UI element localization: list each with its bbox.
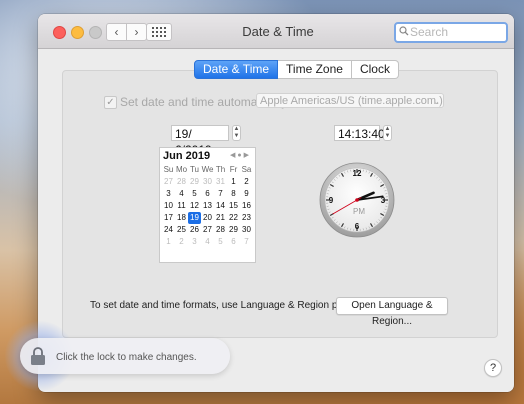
lock-message: Click the lock to make changes.	[56, 352, 197, 363]
calendar-day[interactable]: 27	[201, 224, 214, 236]
date-stepper[interactable]: ▲ ▼	[232, 125, 241, 141]
calendar-grid: Su Mo Tu We Th Fr Sa 27 28 29 30 31 1 2 3 4 5 6 7 8 9 10 11 12 1…	[162, 164, 253, 248]
title-bar: ‹ › Date & Time	[38, 14, 514, 49]
calendar-weekday: Th	[215, 165, 226, 174]
calendar-day[interactable]: 31	[214, 176, 227, 188]
chevron-up-icon: ▲	[233, 126, 240, 132]
time-field[interactable]: 14:13:40	[334, 125, 385, 141]
zoom-window-button[interactable]	[89, 26, 102, 39]
calendar-day[interactable]: 24	[162, 224, 175, 236]
calendar-day[interactable]: 13	[201, 200, 214, 212]
checkmark-icon: ✓	[106, 97, 115, 108]
show-all-button[interactable]	[146, 23, 172, 41]
calendar-day[interactable]: 16	[240, 200, 253, 212]
calendar-day[interactable]: 11	[175, 200, 188, 212]
calendar-day[interactable]: 7	[214, 188, 227, 200]
calendar-weekday: Su	[163, 165, 174, 174]
calendar-day[interactable]: 6	[201, 188, 214, 200]
help-button[interactable]: ?	[484, 359, 502, 377]
tab-bar: Date & Time Time Zone Clock	[194, 60, 399, 79]
calendar-day[interactable]: 10	[162, 200, 175, 212]
calendar-day[interactable]: 4	[175, 188, 188, 200]
date-field[interactable]: 19/ 6/2019	[171, 125, 229, 157]
calendar-day[interactable]: 8	[227, 188, 240, 200]
time-server-value: Apple Americas/US (time.apple.com.)	[260, 95, 443, 107]
search-input[interactable]	[410, 25, 500, 39]
calendar-day[interactable]: 1	[162, 236, 175, 248]
grid-icon	[152, 27, 166, 37]
chevron-left-icon: ‹	[114, 25, 119, 39]
chevron-right-icon: ›	[134, 25, 139, 39]
calendar-day[interactable]: 7	[240, 236, 253, 248]
clock-number-6: 6	[355, 222, 360, 231]
preferences-window: ‹ › Date & Time Date & Time Time	[38, 14, 514, 392]
calendar-nav: ◀●▶	[230, 151, 251, 159]
close-window-button[interactable]	[53, 26, 66, 39]
calendar-weekday: Mo	[175, 165, 188, 174]
time-stepper[interactable]: ▲ ▼	[383, 125, 392, 141]
calendar-day[interactable]: 2	[175, 236, 188, 248]
search-icon	[399, 26, 409, 36]
calendar-day[interactable]: 3	[162, 188, 175, 200]
clock-number-9: 9	[329, 196, 334, 205]
forward-button[interactable]: ›	[126, 23, 147, 41]
calendar-day[interactable]: 18	[175, 212, 188, 224]
calendar-day[interactable]: 1	[227, 176, 240, 188]
calendar-day[interactable]: 22	[227, 212, 240, 224]
analog-clock: 12 3 6 9 PM	[319, 162, 395, 238]
calendar-day[interactable]: 29	[188, 176, 201, 188]
calendar-day[interactable]: 30	[201, 176, 214, 188]
calendar-weekday: Sa	[241, 165, 252, 174]
calendar-day[interactable]: 12	[188, 200, 201, 212]
calendar-day[interactable]: 28	[175, 176, 188, 188]
clock-number-12: 12	[353, 169, 362, 178]
next-month-icon[interactable]: ▶	[244, 152, 251, 159]
tab-time-zone[interactable]: Time Zone	[278, 60, 352, 79]
time-server-select[interactable]: Apple Americas/US (time.apple.com.) ⌄	[256, 93, 444, 108]
chevron-up-icon: ▲	[384, 126, 391, 132]
clock-center	[355, 198, 359, 202]
calendar-day[interactable]: 14	[214, 200, 227, 212]
lock-icon[interactable]	[30, 346, 46, 366]
tab-date-time[interactable]: Date & Time	[194, 60, 279, 79]
calendar-day[interactable]: 2	[240, 176, 253, 188]
calendar-day[interactable]: 27	[162, 176, 175, 188]
calendar-day[interactable]: 30	[240, 224, 253, 236]
calendar-day[interactable]: 26	[188, 224, 201, 236]
calendar-day[interactable]: 19	[188, 212, 201, 224]
search-box[interactable]	[394, 22, 508, 43]
calendar-day[interactable]: 15	[227, 200, 240, 212]
calendar-weekday: We	[201, 165, 214, 174]
chevron-down-icon: ⌄	[432, 96, 440, 106]
calendar-day[interactable]: 6	[227, 236, 240, 248]
calendar-day[interactable]: 20	[201, 212, 214, 224]
calendar-weekday: Fr	[229, 165, 238, 174]
calendar-month-label: Jun 2019	[163, 150, 211, 162]
open-language-region-button[interactable]: Open Language & Region...	[336, 297, 448, 327]
calendar-day[interactable]: 17	[162, 212, 175, 224]
back-button[interactable]: ‹	[106, 23, 127, 41]
calendar-weekday: Tu	[189, 165, 200, 174]
calendar-day[interactable]: 4	[201, 236, 214, 248]
calendar-day[interactable]: 25	[175, 224, 188, 236]
calendar-day[interactable]: 5	[188, 188, 201, 200]
calendar-day[interactable]: 5	[214, 236, 227, 248]
tab-clock[interactable]: Clock	[351, 60, 399, 79]
chevron-down-icon: ▼	[233, 133, 240, 139]
calendar-day[interactable]: 28	[214, 224, 227, 236]
calendar-day[interactable]: 21	[214, 212, 227, 224]
auto-time-checkbox[interactable]: ✓	[104, 96, 117, 109]
calendar-day[interactable]: 29	[227, 224, 240, 236]
calendar-day[interactable]: 3	[188, 236, 201, 248]
calendar-day[interactable]: 23	[240, 212, 253, 224]
minimize-window-button[interactable]	[71, 26, 84, 39]
calendar-day[interactable]: 9	[240, 188, 253, 200]
window-title: Date & Time	[242, 24, 314, 39]
chevron-down-icon: ▼	[384, 133, 391, 139]
calendar: Jun 2019 ◀●▶ Su Mo Tu We Th Fr Sa 27 28 29 30 31 1 2 3…	[159, 147, 256, 263]
clock-ampm: PM	[353, 207, 365, 216]
